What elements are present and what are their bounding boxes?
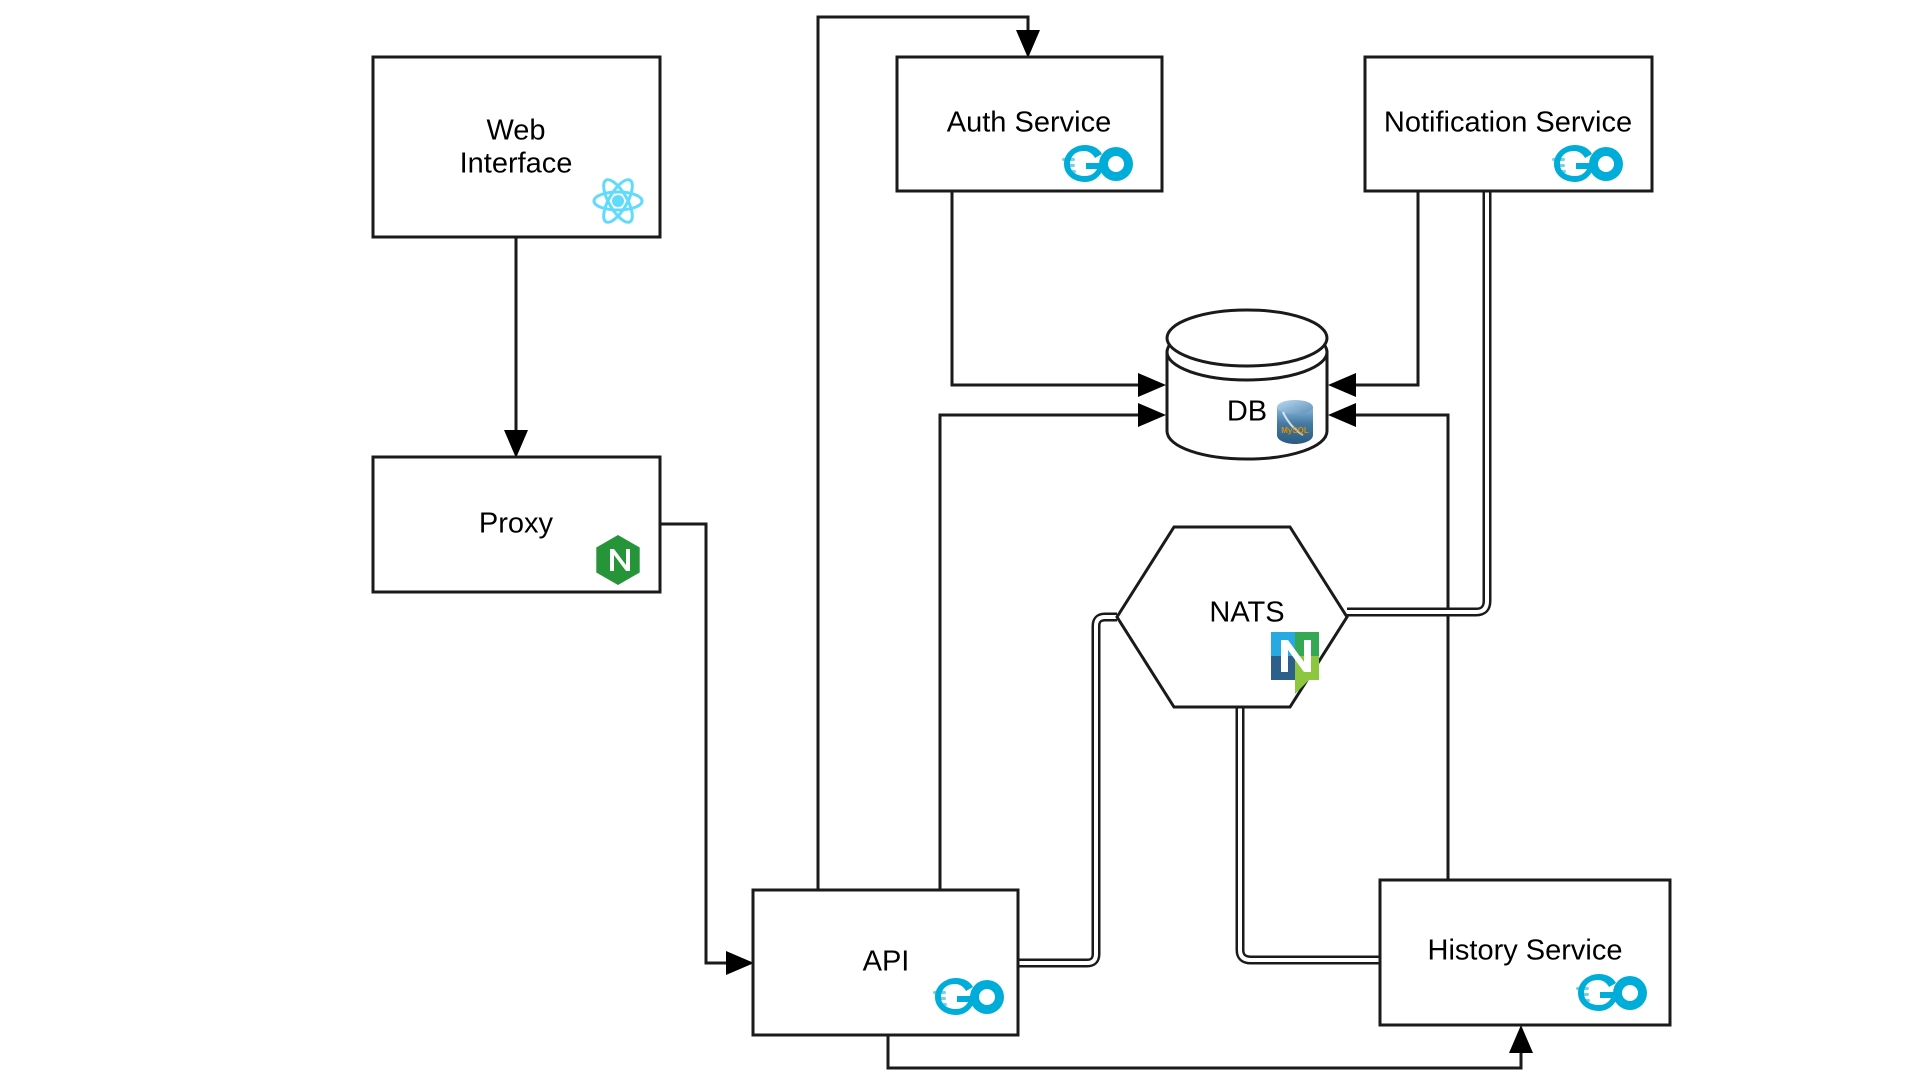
node-db[interactable]: DB MySQL bbox=[1165, 308, 1329, 461]
node-nats-label: NATS bbox=[1209, 597, 1284, 629]
connection-api-to-db bbox=[938, 403, 1166, 890]
node-notification-service[interactable]: Notification Service bbox=[1363, 55, 1654, 193]
node-web-interface-label-line2: Interface bbox=[460, 148, 573, 180]
node-history-service-label: History Service bbox=[1428, 935, 1623, 967]
node-auth-service[interactable]: Auth Service bbox=[895, 55, 1164, 193]
node-notification-service-label: Notification Service bbox=[1384, 107, 1632, 139]
connection-proxy-to-api bbox=[660, 522, 754, 975]
connection-notification-to-db bbox=[1328, 191, 1420, 397]
node-nats[interactable]: NATS bbox=[1115, 525, 1349, 709]
node-db-label: DB bbox=[1227, 396, 1267, 428]
architecture-diagram: Web Interface Proxy Auth Service Notific… bbox=[0, 0, 1929, 1080]
node-api-label: API bbox=[863, 946, 910, 978]
connection-nats-to-history bbox=[1235, 707, 1380, 965]
node-proxy-label-line1: Proxy bbox=[479, 508, 554, 540]
node-history-service[interactable]: History Service bbox=[1378, 878, 1672, 1027]
connection-api-to-nats bbox=[1018, 612, 1117, 968]
node-web-interface-label-line1: Web bbox=[486, 115, 545, 147]
node-proxy[interactable]: Proxy bbox=[371, 455, 662, 594]
connection-history-to-db bbox=[1328, 403, 1450, 880]
svg-text:MySQL: MySQL bbox=[1281, 426, 1309, 435]
connection-web-to-proxy bbox=[504, 237, 528, 458]
mysql-icon: MySQL bbox=[1277, 400, 1313, 444]
node-auth-service-label: Auth Service bbox=[947, 107, 1111, 139]
diagram-canvas: Web Interface Proxy Auth Service Notific… bbox=[371, 15, 1672, 1070]
node-api[interactable]: API bbox=[751, 888, 1020, 1037]
connection-auth-to-db bbox=[950, 191, 1166, 397]
node-web-interface[interactable]: Web Interface bbox=[371, 55, 662, 239]
